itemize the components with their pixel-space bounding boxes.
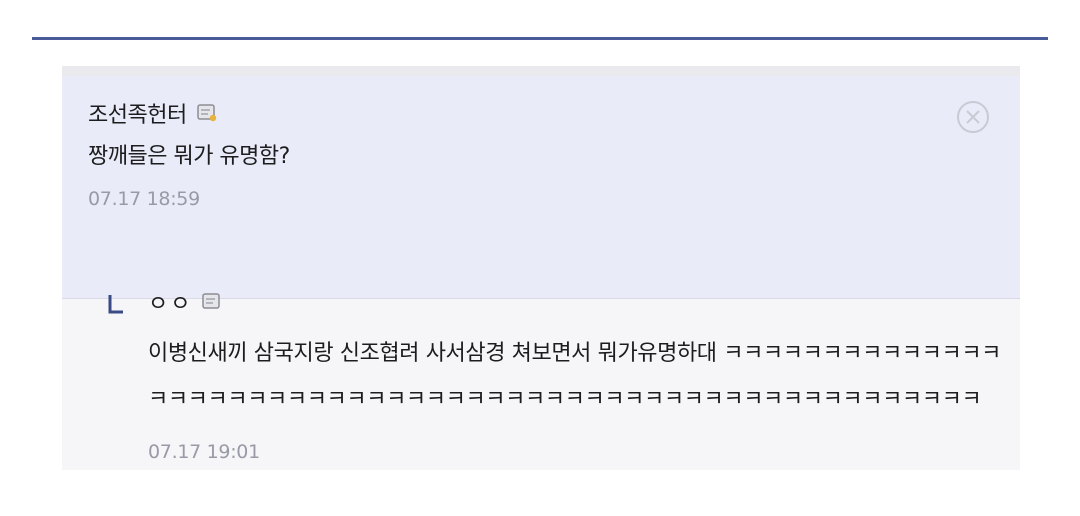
reply-author-row: ㅇㅇ [148,285,222,319]
comment-text: 짱깨들은 뭐가 유명함? [88,144,290,169]
comment-author[interactable]: 조선족헌터 [88,97,187,129]
reply-item: ㅇㅇ 이병신새끼 삼국지랑 신조협려 사서삼경 쳐보면서 뭐가유명하대 ㅋㅋㅋㅋ… [62,292,1020,470]
comment-thread: 조선족헌터 짱깨들은 뭐가 유명함? 07.17 18:59 ㅇㅇ 이병신새끼 … [62,66,1020,470]
memo-icon [202,293,222,311]
comment-author-row: 조선족헌터 [88,96,217,130]
comment-item: 조선족헌터 짱깨들은 뭐가 유명함? 07.17 18:59 [62,76,1020,299]
reply-author[interactable]: ㅇㅇ [148,286,192,318]
comment-timestamp: 07.17 18:59 [88,188,200,210]
memo-icon [196,104,217,122]
reply-text: 이병신새끼 삼국지랑 신조협려 사서삼경 쳐보면서 뭐가유명하대 ㅋㅋㅋㅋㅋㅋㅋ… [148,341,1002,412]
reply-timestamp: 07.17 19:01 [148,441,260,463]
thread-top-strip [62,66,1020,76]
close-icon[interactable] [956,100,990,134]
header-divider [32,37,1048,40]
reply-arrow-icon [106,293,126,317]
